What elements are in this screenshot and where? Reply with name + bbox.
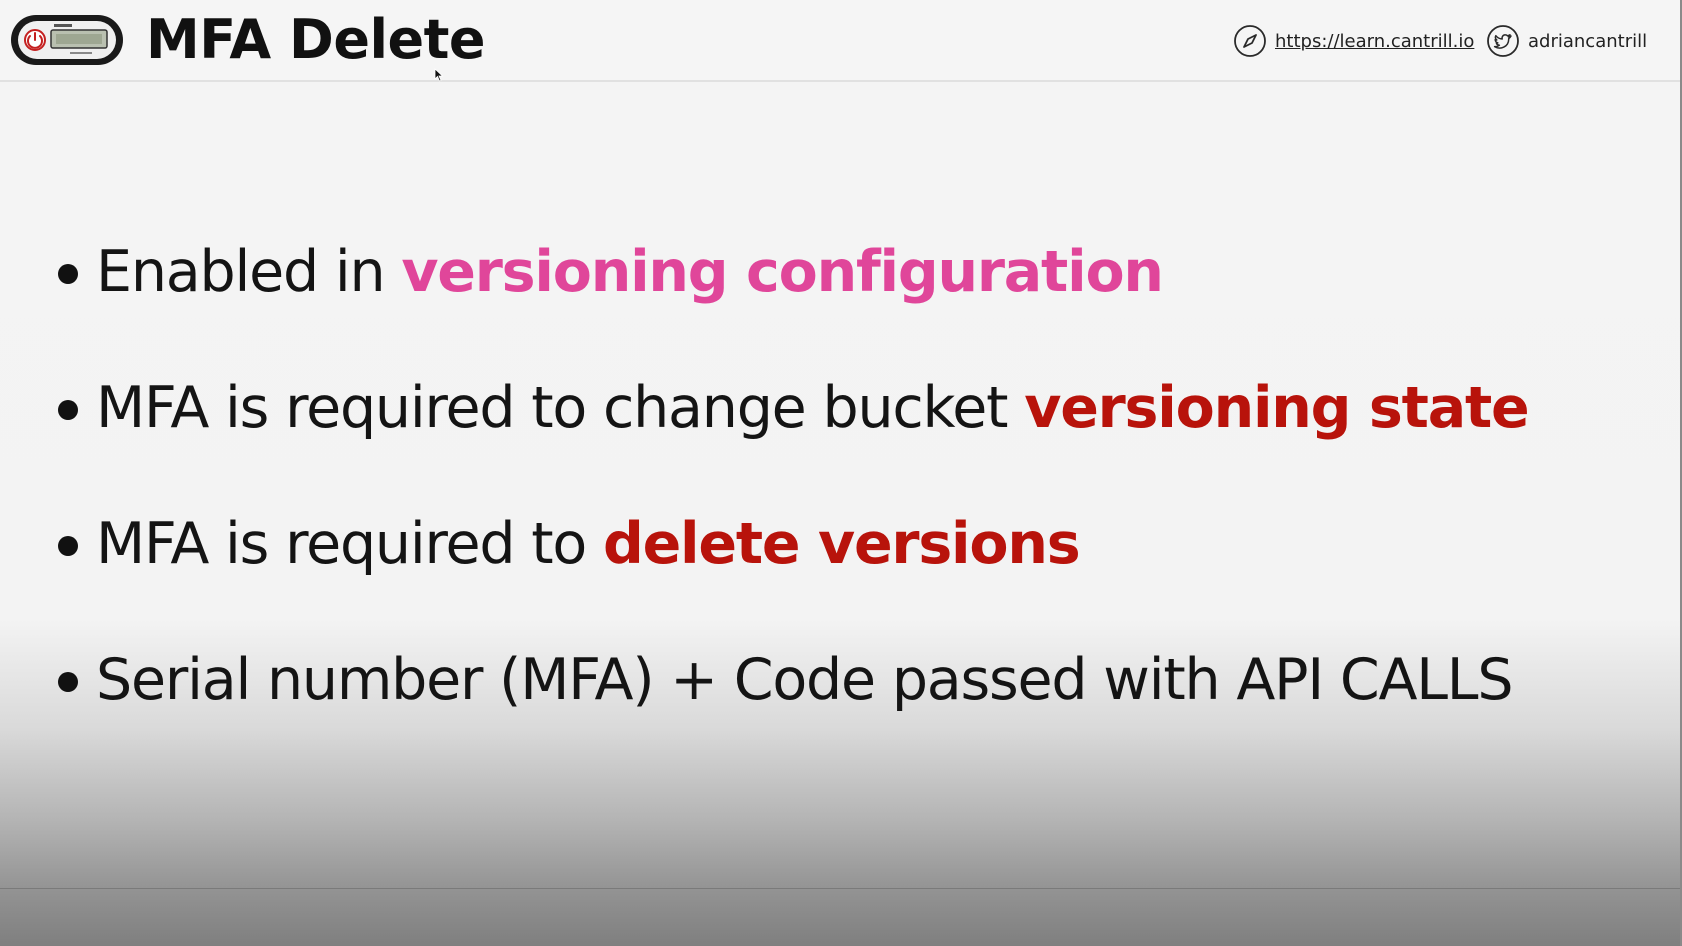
mfa-token-device-icon — [11, 15, 123, 65]
bullet-prefix: Serial number (MFA) + Code passed with A… — [96, 647, 1514, 713]
bullet-prefix: MFA is required to change bucket — [96, 375, 1025, 441]
slide-header: MFA Delete https://learn.cantrill.io adr… — [0, 0, 1680, 82]
slide: MFA Delete https://learn.cantrill.io adr… — [0, 0, 1682, 946]
slide-title: MFA Delete — [146, 8, 486, 71]
bullet-dot — [58, 400, 78, 420]
twitter-bird-icon — [1487, 25, 1519, 57]
website-link-label[interactable]: https://learn.cantrill.io — [1275, 31, 1474, 52]
twitter-handle-label: adriancantrill — [1528, 30, 1648, 52]
bullet-highlight: delete versions — [602, 511, 1081, 577]
bullet-text: MFA is required to change bucket version… — [96, 372, 1530, 444]
bullet-dot — [58, 536, 78, 556]
bullet-prefix: Enabled in — [96, 239, 402, 305]
compass-icon — [1234, 25, 1266, 57]
bullet-text: Enabled in versioning configuration — [96, 236, 1164, 308]
bullet-highlight: versioning configuration — [401, 239, 1164, 305]
website-link[interactable]: https://learn.cantrill.io — [1233, 24, 1474, 58]
bullet-prefix: MFA is required to — [96, 511, 603, 577]
bullet-dot — [58, 264, 78, 284]
footer-divider — [0, 888, 1680, 889]
bullet-text: Serial number (MFA) + Code passed with A… — [96, 644, 1514, 716]
twitter-handle[interactable]: adriancantrill — [1486, 24, 1647, 58]
bullet-dot — [58, 672, 78, 692]
bullet-text: MFA is required to delete versions — [96, 508, 1081, 580]
mouse-cursor-icon — [434, 68, 444, 82]
bullet-highlight: versioning state — [1024, 375, 1529, 441]
